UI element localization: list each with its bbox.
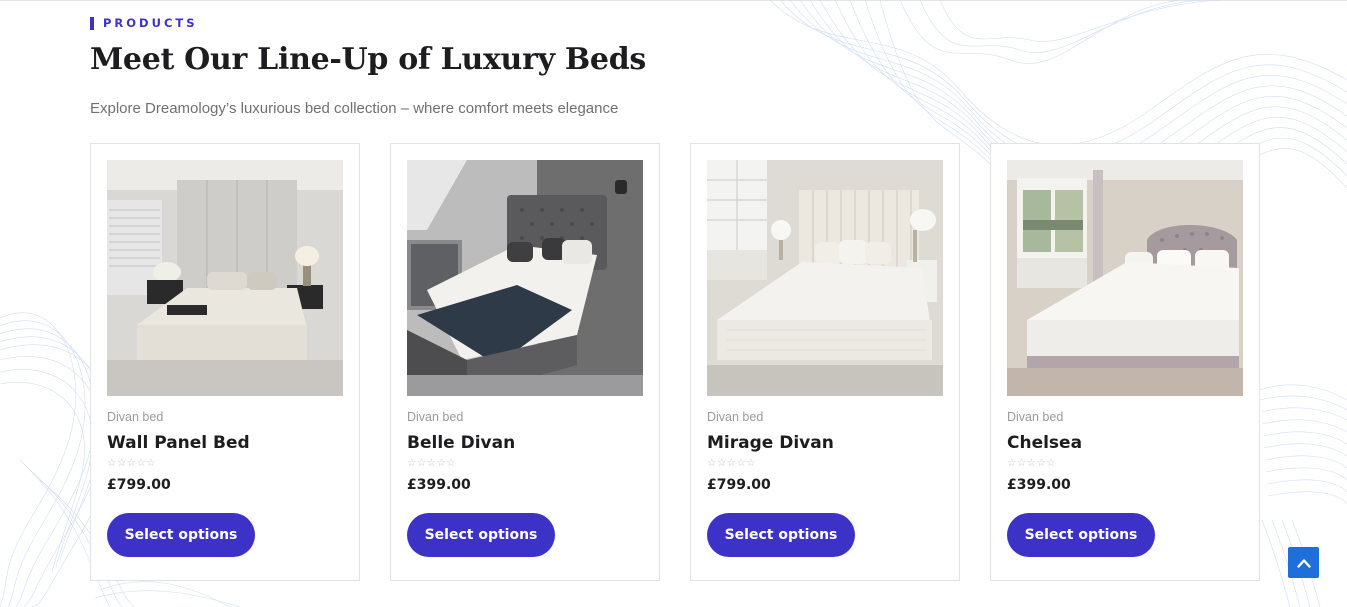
product-price: £799.00 (107, 477, 171, 493)
product-image (407, 160, 643, 396)
product-image-link[interactable] (407, 160, 643, 396)
chevron-up-icon (1296, 558, 1311, 568)
product-card: Divan bed Belle Divan ☆☆☆☆☆ £399.00 Sele… (390, 143, 660, 581)
rating-stars: ☆☆☆☆☆ (407, 457, 457, 469)
eyebrow-accent-bar (90, 16, 94, 30)
product-image (107, 160, 343, 396)
product-title[interactable]: Mirage Divan (707, 433, 834, 453)
product-category: Divan bed (1007, 410, 1064, 424)
product-price: £399.00 (407, 477, 471, 493)
product-card: Divan bed Chelsea ☆☆☆☆☆ £399.00 Select o… (990, 143, 1260, 581)
product-title[interactable]: Chelsea (1007, 433, 1082, 453)
product-image-link[interactable] (107, 160, 343, 396)
product-card: Divan bed Wall Panel Bed ☆☆☆☆☆ £799.00 S… (90, 143, 360, 581)
product-card: Divan bed Mirage Divan ☆☆☆☆☆ £799.00 Sel… (690, 143, 960, 581)
product-image (707, 160, 943, 396)
rating-stars: ☆☆☆☆☆ (707, 457, 757, 469)
product-grid: Divan bed Wall Panel Bed ☆☆☆☆☆ £799.00 S… (90, 143, 1260, 581)
section-subheading: Explore Dreamology’s luxurious bed colle… (90, 100, 619, 117)
product-image-link[interactable] (707, 160, 943, 396)
select-options-button[interactable]: Select options (107, 513, 255, 557)
product-price: £799.00 (707, 477, 771, 493)
rating-stars: ☆☆☆☆☆ (1007, 457, 1057, 469)
product-image-link[interactable] (1007, 160, 1243, 396)
select-options-button[interactable]: Select options (407, 513, 555, 557)
product-category: Divan bed (707, 410, 764, 424)
select-options-button[interactable]: Select options (707, 513, 855, 557)
product-image (1007, 160, 1243, 396)
select-options-button[interactable]: Select options (1007, 513, 1155, 557)
section-heading: Meet Our Line-Up of Luxury Beds (90, 42, 646, 77)
product-category: Divan bed (407, 410, 464, 424)
product-title[interactable]: Belle Divan (407, 433, 515, 453)
scroll-to-top-button[interactable] (1288, 547, 1319, 578)
product-title[interactable]: Wall Panel Bed (107, 433, 250, 453)
section-eyebrow: PRODUCTS (90, 16, 198, 30)
top-divider (0, 0, 1347, 1)
product-category: Divan bed (107, 410, 164, 424)
eyebrow-label: PRODUCTS (103, 16, 198, 30)
rating-stars: ☆☆☆☆☆ (107, 457, 157, 469)
product-price: £399.00 (1007, 477, 1071, 493)
